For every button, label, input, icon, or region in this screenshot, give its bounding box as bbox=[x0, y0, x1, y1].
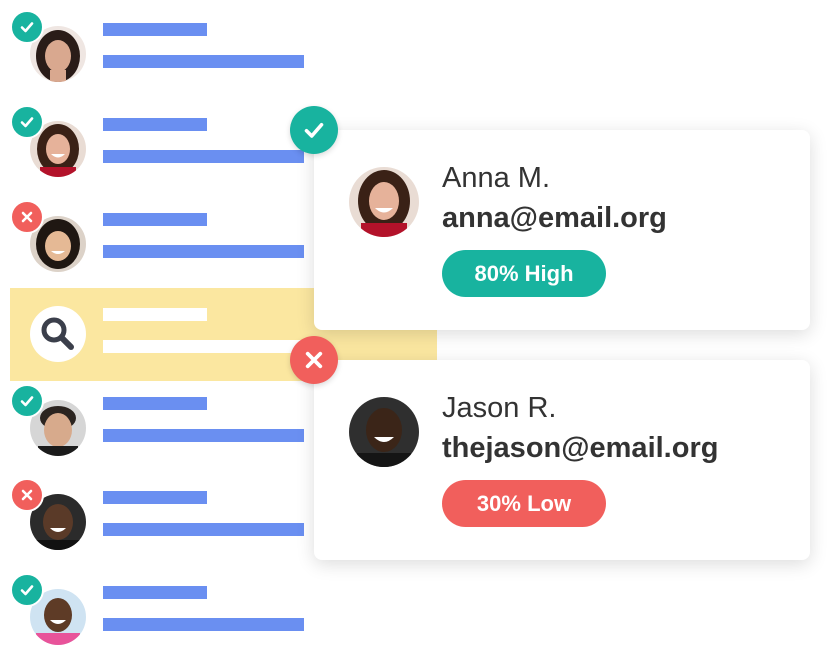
name-placeholder-bar bbox=[103, 213, 207, 226]
approved-badge bbox=[10, 105, 44, 139]
check-icon bbox=[304, 122, 324, 138]
approved-badge bbox=[10, 573, 44, 607]
email-placeholder-bar bbox=[103, 429, 304, 442]
email-placeholder-bar bbox=[103, 150, 304, 163]
email-placeholder-bar bbox=[103, 245, 304, 258]
list-row-2[interactable] bbox=[0, 105, 310, 191]
candidate-name: Jason R. bbox=[442, 392, 557, 424]
score-pill-low: 30% Low bbox=[442, 480, 606, 527]
name-placeholder-bar bbox=[103, 23, 207, 36]
list-row-4[interactable] bbox=[0, 384, 310, 470]
check-icon bbox=[20, 396, 34, 407]
candidate-card-anna[interactable]: Anna M. anna@email.org 80% High bbox=[314, 130, 810, 330]
candidate-email: anna@email.org bbox=[442, 202, 667, 234]
email-placeholder-bar bbox=[103, 55, 304, 68]
list-row-5[interactable] bbox=[0, 478, 310, 564]
rejected-badge bbox=[290, 336, 338, 384]
list-row-1[interactable] bbox=[0, 10, 310, 96]
email-placeholder-bar bbox=[103, 340, 304, 353]
check-icon bbox=[20, 585, 34, 596]
close-icon bbox=[21, 489, 33, 501]
candidate-email: thejason@email.org bbox=[442, 432, 719, 464]
rejected-badge bbox=[10, 200, 44, 234]
name-placeholder-bar bbox=[103, 586, 207, 599]
candidate-card-jason[interactable]: Jason R. thejason@email.org 30% Low bbox=[314, 360, 810, 560]
email-placeholder-bar bbox=[103, 618, 304, 631]
approved-badge bbox=[10, 384, 44, 418]
avatar bbox=[349, 397, 419, 467]
close-icon bbox=[21, 211, 33, 223]
name-placeholder-bar bbox=[103, 118, 207, 131]
list-row-6[interactable] bbox=[0, 573, 310, 659]
avatar bbox=[349, 167, 419, 237]
candidate-name: Anna M. bbox=[442, 162, 550, 194]
check-icon bbox=[20, 117, 34, 128]
score-pill-high: 80% High bbox=[442, 250, 606, 297]
check-icon bbox=[20, 22, 34, 33]
name-placeholder-bar bbox=[103, 308, 207, 321]
approved-badge bbox=[10, 10, 44, 44]
search-icon bbox=[41, 317, 74, 350]
approved-badge bbox=[290, 106, 338, 154]
email-placeholder-bar bbox=[103, 523, 304, 536]
rejected-badge bbox=[10, 478, 44, 512]
close-icon bbox=[305, 351, 323, 369]
name-placeholder-bar bbox=[103, 397, 207, 410]
name-placeholder-bar bbox=[103, 491, 207, 504]
search-button[interactable] bbox=[30, 306, 86, 362]
list-row-3[interactable] bbox=[0, 200, 310, 286]
